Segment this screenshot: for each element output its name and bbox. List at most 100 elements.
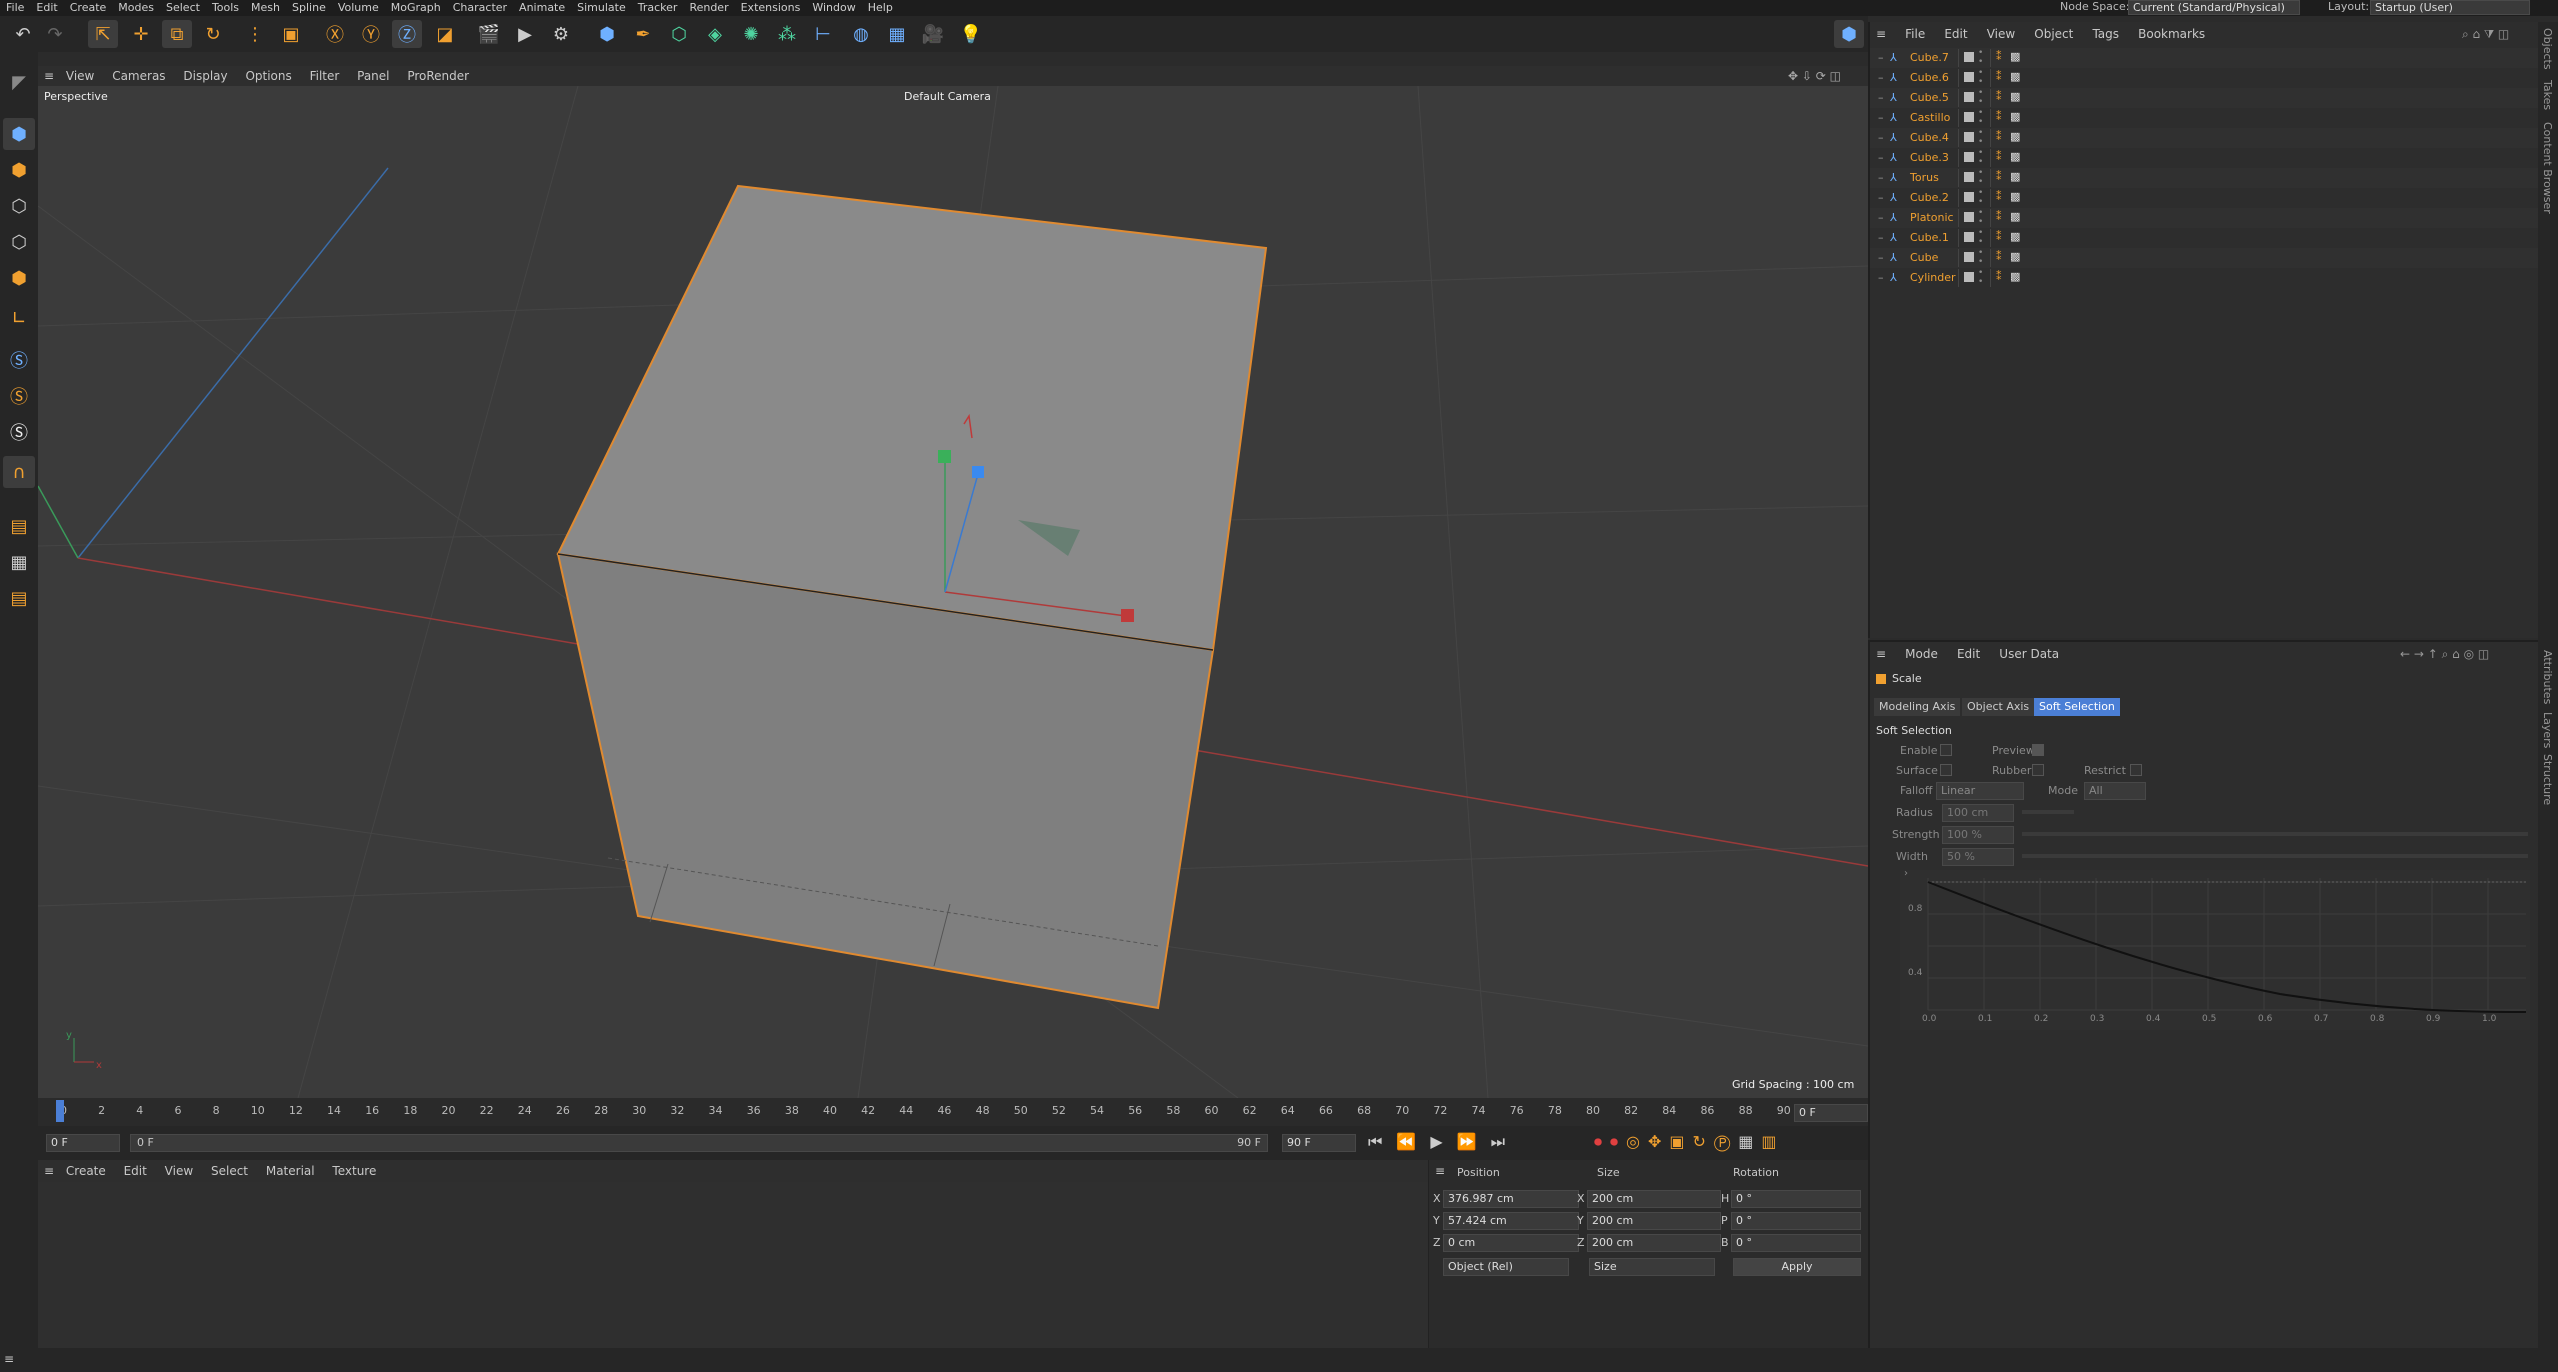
obj-hamburger-icon[interactable]: ≡	[1876, 22, 1886, 46]
material-tag-icon[interactable]: ▩	[2010, 250, 2020, 263]
tag-icon[interactable]: ⁑	[1996, 150, 2002, 163]
position-x-field[interactable]: 376.987 cm	[1443, 1190, 1579, 1208]
object-row[interactable]: – ⅄ Cylinder • • ⁑ ▩	[1870, 268, 2540, 288]
keyframe-selection-icon[interactable]: ◎	[1626, 1132, 1648, 1151]
viewport-menu-cameras[interactable]: Cameras	[112, 66, 165, 86]
render-region-icon[interactable]: 🎬	[474, 20, 504, 48]
expand-icon[interactable]: –	[1878, 191, 1884, 204]
grid-icon[interactable]: ▦	[3, 546, 35, 578]
visibility-dots-icon[interactable]: • •	[1978, 149, 1983, 167]
timeline-window-icon[interactable]: ▥	[1761, 1132, 1784, 1151]
menu-simulate[interactable]: Simulate	[571, 0, 632, 15]
material-hamburger-icon[interactable]: ≡	[44, 1160, 54, 1182]
apply-button[interactable]: Apply	[1733, 1258, 1861, 1276]
visibility-dots-icon[interactable]: • •	[1978, 49, 1983, 67]
render-settings-icon[interactable]: ⚙	[546, 20, 576, 48]
record-icon[interactable]: ⏺	[1594, 1132, 1610, 1151]
expand-icon[interactable]: –	[1878, 271, 1884, 284]
object-row[interactable]: – ⅄ Cube.3 • • ⁑ ▩	[1870, 148, 2540, 168]
menu-spline[interactable]: Spline	[286, 0, 332, 15]
menu-character[interactable]: Character	[447, 0, 513, 15]
coordinate-system-icon[interactable]: ◪	[430, 20, 460, 48]
end-frame-field[interactable]: 90 F	[1282, 1134, 1356, 1152]
visibility-dots-icon[interactable]: • •	[1978, 229, 1983, 247]
extrude-icon[interactable]: ◈	[700, 20, 730, 48]
obj-menu-object[interactable]: Object	[2034, 22, 2073, 46]
object-name[interactable]: Cube.2	[1910, 191, 1949, 204]
layer-checkbox[interactable]	[1964, 72, 1974, 82]
viewport-3d[interactable]: y x Perspective Default Camera Grid Spac…	[38, 86, 1868, 1098]
tab-objects[interactable]: Objects	[2541, 28, 2554, 70]
menu-file[interactable]: File	[0, 0, 30, 15]
status-hamburger-icon[interactable]: ≡	[4, 1352, 14, 1366]
coord-mode-select[interactable]: Object (Rel)	[1443, 1258, 1569, 1276]
search-icon[interactable]: ⌕ ⌂ ⧩ ◫	[2462, 22, 2509, 46]
texture-mode-icon[interactable]: ⬢	[3, 154, 35, 186]
object-row[interactable]: – ⅄ Cube • • ⁑ ▩	[1870, 248, 2540, 268]
expand-icon[interactable]: –	[1878, 51, 1884, 64]
obj-menu-edit[interactable]: Edit	[1944, 22, 1967, 46]
material-menu-view[interactable]: View	[165, 1160, 193, 1182]
tag-icon[interactable]: ⁑	[1996, 70, 2002, 83]
tab-modeling-axis[interactable]: Modeling Axis	[1874, 698, 1961, 716]
tag-icon[interactable]: ⁑	[1996, 50, 2002, 63]
size-y-field[interactable]: 200 cm	[1587, 1212, 1721, 1230]
key-pla-icon[interactable]: ▦	[1738, 1132, 1761, 1151]
object-name[interactable]: Platonic	[1910, 211, 1954, 224]
floor-icon[interactable]: ▦	[882, 20, 912, 48]
layer-checkbox[interactable]	[1964, 172, 1974, 182]
tab-object-axis[interactable]: Object Axis	[1962, 698, 2035, 716]
visibility-dots-icon[interactable]: • •	[1978, 129, 1983, 147]
timeline-ruler[interactable]: 0246810121416182022242628303234363840424…	[38, 1098, 1868, 1126]
expand-icon[interactable]: –	[1878, 211, 1884, 224]
layout-dropdown[interactable]: Startup (User)	[2370, 0, 2530, 15]
object-row[interactable]: – ⅄ Cube.2 • • ⁑ ▩	[1870, 188, 2540, 208]
tag-icon[interactable]: ⁑	[1996, 210, 2002, 223]
layer-checkbox[interactable]	[1964, 192, 1974, 202]
size-mode-select[interactable]: Size	[1589, 1258, 1715, 1276]
frame-range-slider[interactable]: 0 F 90 F	[130, 1134, 1268, 1152]
expand-icon[interactable]: –	[1878, 251, 1884, 264]
key-rotation-icon[interactable]: ↻	[1693, 1132, 1714, 1151]
undo-icon[interactable]: ↶	[8, 20, 38, 48]
attr-hamburger-icon[interactable]: ≡	[1876, 642, 1886, 666]
radius-slider[interactable]	[2022, 810, 2074, 814]
menu-modes[interactable]: Modes	[112, 0, 160, 15]
size-z-field[interactable]: 200 cm	[1587, 1234, 1721, 1252]
layer-checkbox[interactable]	[1964, 92, 1974, 102]
tag-icon[interactable]: ⁑	[1996, 90, 2002, 103]
layer-checkbox[interactable]	[1964, 112, 1974, 122]
snap-mode-icon[interactable]: Ⓢ	[3, 416, 35, 448]
material-menu-texture[interactable]: Texture	[332, 1160, 376, 1182]
menu-mograph[interactable]: MoGraph	[385, 0, 447, 15]
material-tag-icon[interactable]: ▩	[2010, 230, 2020, 243]
rubber-checkbox[interactable]	[2032, 764, 2044, 776]
rotation-p-field[interactable]: 0 °	[1731, 1212, 1861, 1230]
attr-menu-user-data[interactable]: User Data	[1999, 642, 2059, 666]
layer-checkbox[interactable]	[1964, 232, 1974, 242]
key-scale-icon[interactable]: ▣	[1669, 1132, 1692, 1151]
rotation-h-field[interactable]: 0 °	[1731, 1190, 1861, 1208]
material-tag-icon[interactable]: ▩	[2010, 110, 2020, 123]
enable-checkbox[interactable]	[1940, 744, 1952, 756]
light-icon[interactable]: 💡	[956, 20, 986, 48]
menu-extensions[interactable]: Extensions	[735, 0, 807, 15]
spline-pen-icon[interactable]: ✒	[628, 20, 658, 48]
camera-icon[interactable]: 🎥	[918, 20, 948, 48]
material-tag-icon[interactable]: ▩	[2010, 130, 2020, 143]
visibility-dots-icon[interactable]: • •	[1978, 69, 1983, 87]
visibility-dots-icon[interactable]: • •	[1978, 269, 1983, 287]
viewport-nav-icon[interactable]: ✥ ⇩ ⟳ ◫	[1788, 66, 1841, 86]
object-row[interactable]: – ⅄ Cube.6 • • ⁑ ▩	[1870, 68, 2540, 88]
width-slider[interactable]	[2022, 854, 2528, 858]
material-tag-icon[interactable]: ▩	[2010, 170, 2020, 183]
subdivision-icon[interactable]: ⬡	[664, 20, 694, 48]
width-field[interactable]: 50 %	[1942, 848, 2014, 866]
layer-checkbox[interactable]	[1964, 132, 1974, 142]
workplane-icon[interactable]: ▤	[3, 510, 35, 542]
radius-field[interactable]: 100 cm	[1942, 804, 2014, 822]
tag-icon[interactable]: ⁑	[1996, 110, 2002, 123]
visibility-dots-icon[interactable]: • •	[1978, 249, 1983, 267]
tab-attributes[interactable]: Attributes	[2541, 650, 2554, 704]
mograph-icon[interactable]: ⁂	[772, 20, 802, 48]
